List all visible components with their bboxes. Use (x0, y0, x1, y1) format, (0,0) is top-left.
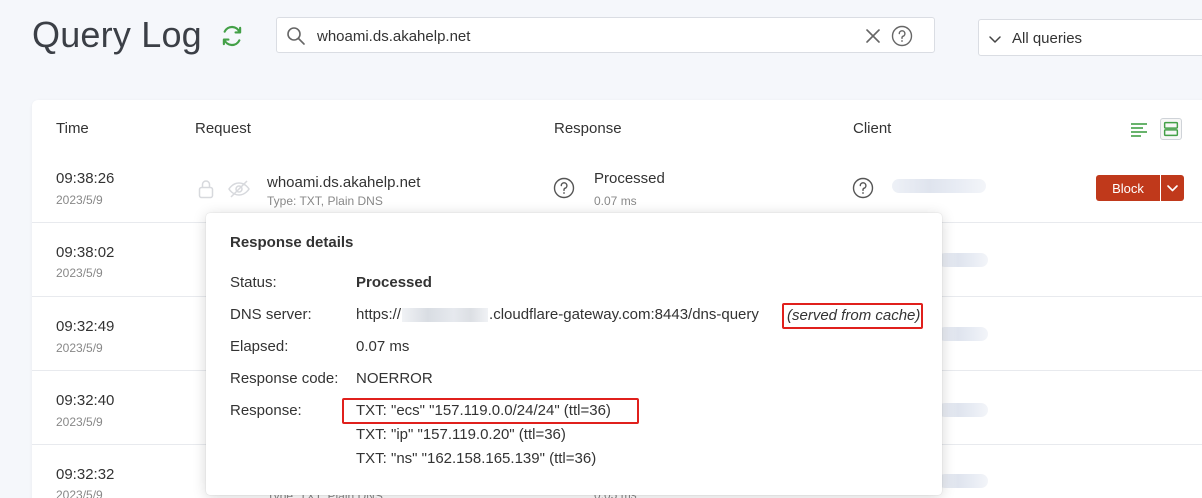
dns-server-label: DNS server: (230, 306, 312, 323)
block-button[interactable]: Block (1096, 175, 1160, 201)
chevron-down-icon (989, 36, 1001, 43)
response-label: Response: (230, 402, 302, 419)
block-dropdown-button[interactable] (1161, 175, 1184, 201)
response-code-value: NOERROR (356, 370, 433, 387)
dns-server-redacted (402, 308, 489, 323)
row-time: 09:38:02 (56, 244, 115, 261)
response-record: TXT: "ip" "157.119.0.20" (ttl=36) (356, 426, 566, 443)
help-icon[interactable] (891, 25, 913, 47)
row-date: 2023/5/9 (56, 341, 103, 355)
column-header-response: Response (554, 120, 622, 137)
lock-icon (198, 180, 214, 199)
help-icon[interactable] (852, 177, 874, 199)
refresh-icon[interactable] (219, 23, 245, 49)
response-status: Processed (594, 170, 665, 187)
client-address-redacted (938, 403, 988, 417)
row-time: 09:32:32 (56, 466, 115, 483)
filter-selected-label: All queries (1012, 30, 1083, 47)
status-value: Processed (356, 274, 432, 291)
row-time: 09:32:40 (56, 392, 115, 409)
page-title: Query Log (32, 14, 202, 55)
ecs-highlight-box (342, 398, 639, 424)
request-type: Type: TXT, Plain DNS (267, 194, 383, 208)
column-header-client: Client (853, 120, 892, 137)
query-filter-select[interactable]: All queries (978, 19, 1202, 56)
response-elapsed: 0.07 ms (594, 194, 637, 208)
close-icon[interactable] (864, 27, 882, 45)
search-box[interactable] (276, 17, 935, 53)
detailed-view-icon[interactable] (1160, 118, 1182, 140)
help-icon[interactable] (553, 177, 575, 199)
row-date: 2023/5/9 (56, 193, 103, 207)
search-input[interactable] (317, 24, 857, 48)
response-record: TXT: "ns" "162.158.165.139" (ttl=36) (356, 450, 597, 467)
chevron-down-icon (1167, 185, 1178, 192)
dns-server-prefix: https:// (356, 306, 402, 323)
column-header-request: Request (195, 120, 251, 137)
elapsed-value: 0.07 ms (356, 338, 410, 355)
row-time: 09:38:26 (56, 170, 115, 187)
dns-server-value: https:// .cloudflare-gateway.com:8443/dns… (356, 306, 759, 323)
client-address-redacted (892, 179, 986, 193)
status-label: Status: (230, 274, 277, 291)
popover-title: Response details (230, 234, 354, 251)
column-header-time: Time (56, 120, 89, 137)
response-details-popover: Response details Status: Processed DNS s… (206, 213, 942, 495)
served-from-cache-note: (served from cache) (782, 303, 923, 329)
row-date: 2023/5/9 (56, 488, 103, 498)
request-domain[interactable]: whoami.ds.akahelp.net (267, 174, 420, 191)
row-time: 09:32:49 (56, 318, 115, 335)
compact-view-icon[interactable] (1128, 118, 1150, 140)
client-address-redacted (938, 474, 988, 488)
response-code-label: Response code: (230, 370, 339, 387)
row-date: 2023/5/9 (56, 266, 103, 280)
elapsed-label: Elapsed: (230, 338, 289, 355)
eye-off-icon (228, 180, 250, 198)
search-icon (287, 27, 305, 45)
row-date: 2023/5/9 (56, 415, 103, 429)
dns-server-suffix: .cloudflare-gateway.com:8443/dns-query (489, 306, 759, 323)
client-address-redacted (938, 253, 988, 267)
client-address-redacted (938, 327, 988, 341)
